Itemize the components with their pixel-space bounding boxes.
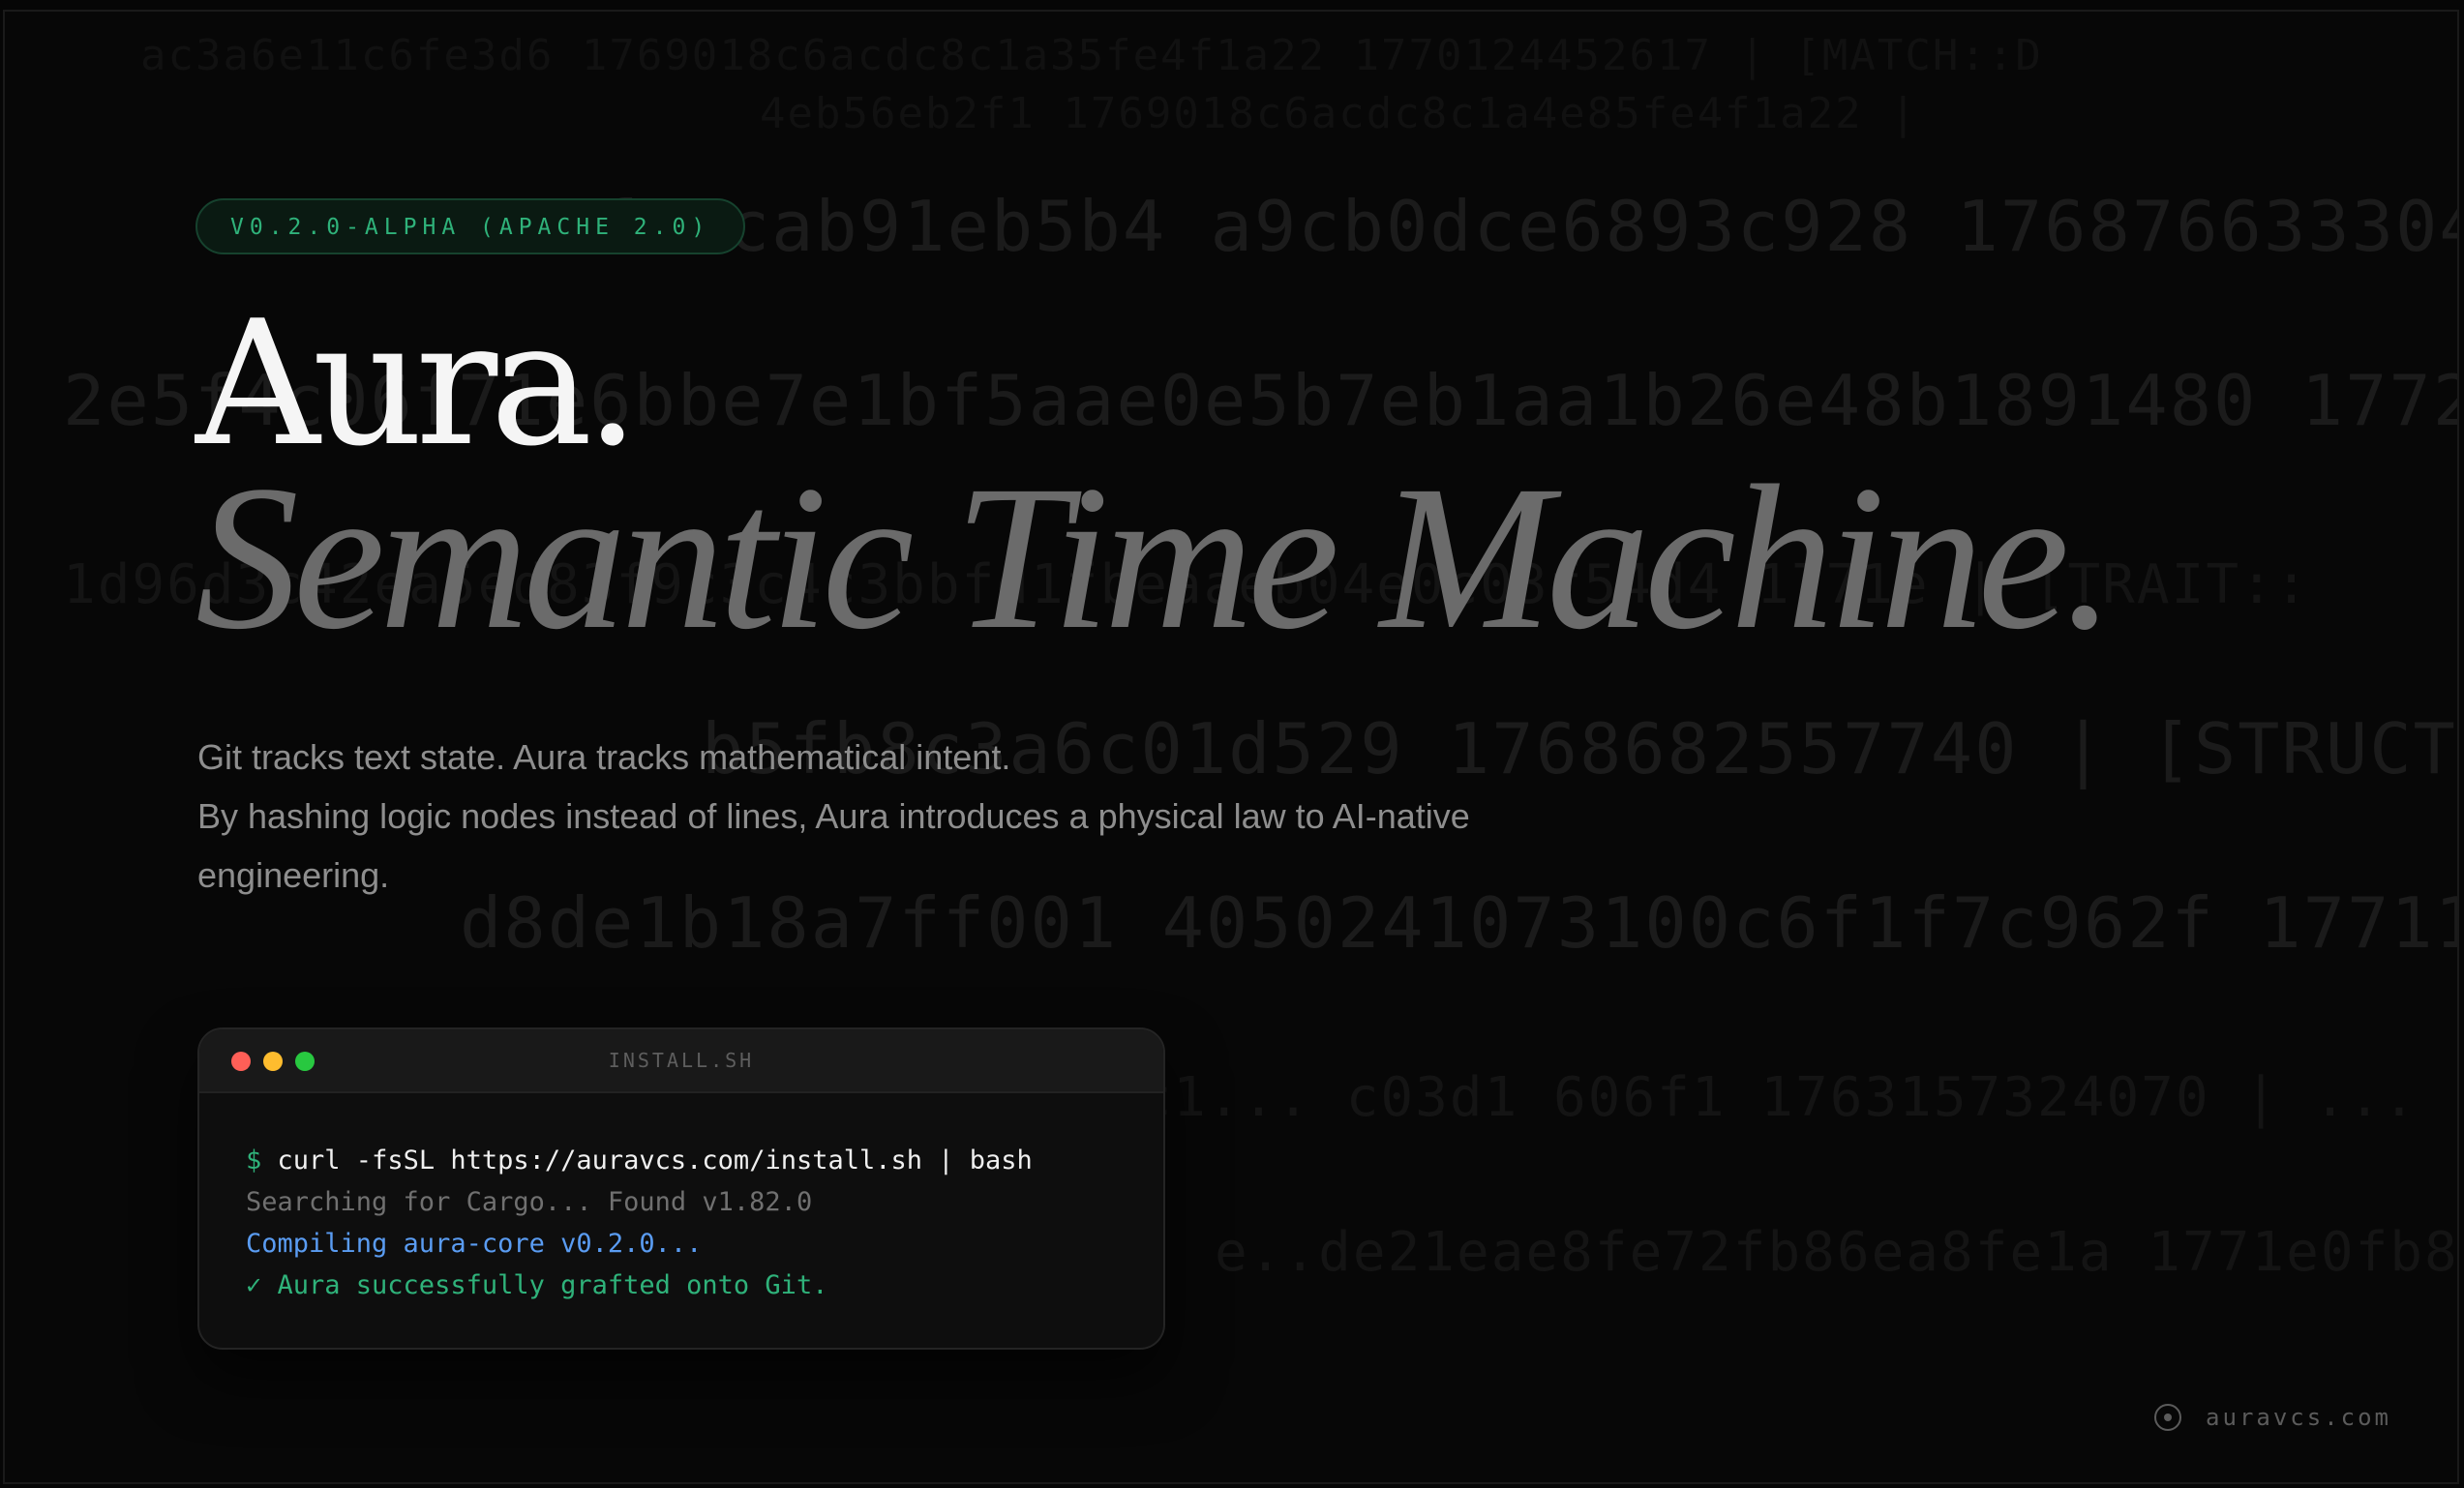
terminal-body[interactable]: $ curl -fsSL https://auravcs.com/install… [199, 1093, 1163, 1306]
prompt-symbol: $ [246, 1146, 262, 1176]
hero-description: Git tracks text state. Aura tracks mathe… [197, 728, 1514, 905]
target-icon [2153, 1403, 2182, 1432]
hero-content: V0.2.0-ALPHA (APACHE 2.0) [195, 198, 746, 254]
terminal-title-bar: INSTALL.SH [199, 1029, 1163, 1093]
install-terminal: INSTALL.SH $ curl -fsSL https://auravcs.… [197, 1027, 1165, 1350]
version-badge: V0.2.0-ALPHA (APACHE 2.0) [195, 198, 746, 254]
background-hash-line: f9c1... c03d1 606f1 1763157324070 | ... [1069, 1066, 2418, 1129]
background-hash-line: ac3a6e11c6fe3d6 1769018c6acdc8c1a35fe4f1… [140, 31, 2043, 80]
page-frame: ac3a6e11c6fe3d6 1769018c6acdc8c1a35fe4f1… [3, 10, 2459, 1484]
hero-title: Aura. [195, 283, 640, 484]
site-link[interactable]: auravcs.com [2153, 1403, 2391, 1432]
background-hash-line: e6f53cab91eb5b4 a9cb0dce6893c928 1768766… [508, 186, 2457, 267]
terminal-output-compiling: Compiling aura-core v0.2.0... [246, 1229, 703, 1259]
terminal-output-success: ✓ Aura successfully grafted onto Git. [246, 1270, 828, 1300]
description-line: By hashing logic nodes instead of lines,… [197, 796, 1470, 895]
install-command[interactable]: curl -fsSL https://auravcs.com/install.s… [278, 1146, 1033, 1176]
terminal-output-searching: Searching for Cargo... Found v1.82.0 [246, 1187, 813, 1217]
site-link-label[interactable]: auravcs.com [2206, 1404, 2391, 1431]
hero-subtitle: Semantic Time Machine. [195, 443, 2116, 672]
terminal-title: INSTALL.SH [608, 1049, 755, 1072]
background-hash-line: 4eb56eb2f1 1769018c6acdc8c1a4e85fe4f1a22… [760, 89, 1918, 138]
description-line: Git tracks text state. Aura tracks mathe… [197, 737, 1011, 777]
background-hash-line: e..de21eae8fe72fb86ea8fe1a 1771e0fb86ea … [1215, 1221, 2459, 1284]
terminal-command-line[interactable]: $ curl -fsSL https://auravcs.com/install… [246, 1140, 1117, 1181]
